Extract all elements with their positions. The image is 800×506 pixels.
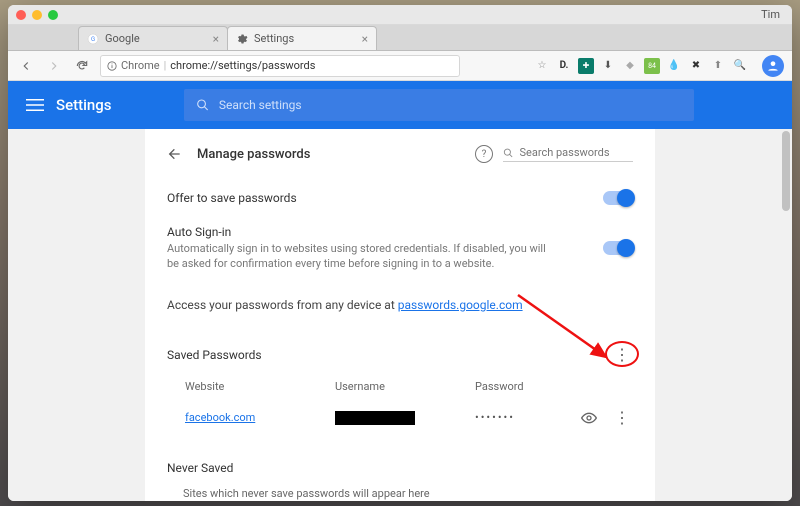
tab-label: Google bbox=[105, 32, 140, 45]
settings-search-input[interactable] bbox=[219, 98, 682, 112]
offer-save-label: Offer to save passwords bbox=[167, 191, 297, 205]
saved-passwords-menu-button[interactable]: ⋮ bbox=[611, 344, 633, 366]
settings-header: Settings bbox=[8, 81, 792, 129]
reload-button[interactable] bbox=[72, 56, 92, 76]
tab-google[interactable]: G Google × bbox=[78, 26, 228, 50]
search-icon[interactable]: 🔍 bbox=[732, 58, 748, 74]
window-minimize-button[interactable] bbox=[32, 10, 42, 20]
col-username: Username bbox=[335, 380, 475, 393]
extension-icons: ☆ D. ✚ ⬇ ◆ 84 💧 ✖ ⬆ 🔍 bbox=[534, 58, 748, 74]
password-mask: ••••••• bbox=[475, 411, 565, 424]
ext-icon[interactable]: ⬆ bbox=[710, 58, 726, 74]
username-redacted bbox=[335, 411, 415, 425]
offer-save-toggle[interactable] bbox=[603, 191, 633, 205]
passwords-google-link[interactable]: passwords.google.com bbox=[398, 298, 523, 312]
saved-passwords-label: Saved Passwords bbox=[167, 348, 262, 362]
search-passwords-input[interactable] bbox=[519, 146, 633, 159]
close-icon[interactable]: × bbox=[213, 32, 219, 46]
site-link[interactable]: facebook.com bbox=[185, 411, 255, 424]
search-icon bbox=[503, 147, 513, 159]
svg-text:G: G bbox=[91, 36, 95, 43]
passwords-table-header: Website Username Password bbox=[167, 380, 633, 399]
auto-signin-row: Auto Sign-in Automatically sign in to we… bbox=[167, 215, 633, 282]
tab-settings[interactable]: Settings × bbox=[227, 26, 377, 50]
browser-window: Tim G Google × Settings × Chrome | chrom… bbox=[8, 5, 792, 501]
settings-search[interactable] bbox=[184, 89, 694, 121]
auto-signin-desc: Automatically sign in to websites using … bbox=[167, 241, 547, 272]
ext-icon[interactable]: ◆ bbox=[622, 58, 638, 74]
forward-button[interactable] bbox=[44, 56, 64, 76]
ext-icon[interactable]: 84 bbox=[644, 58, 660, 74]
gear-icon bbox=[236, 33, 248, 45]
access-anywhere-row: Access your passwords from any device at… bbox=[167, 282, 633, 322]
url-scheme: Chrome bbox=[121, 59, 160, 72]
os-username: Tim bbox=[761, 8, 784, 21]
tab-strip: G Google × Settings × bbox=[8, 25, 792, 51]
window-close-button[interactable] bbox=[16, 10, 26, 20]
tab-label: Settings bbox=[254, 32, 294, 45]
help-icon[interactable]: ? bbox=[475, 145, 493, 163]
row-menu-button[interactable]: ⋮ bbox=[611, 407, 633, 429]
ext-icon[interactable]: 💧 bbox=[666, 58, 682, 74]
search-passwords[interactable] bbox=[503, 146, 633, 162]
eye-icon bbox=[581, 410, 597, 426]
window-maximize-button[interactable] bbox=[48, 10, 58, 20]
show-password-button[interactable] bbox=[581, 410, 597, 426]
window-titlebar: Tim bbox=[8, 5, 792, 25]
saved-passwords-heading: Saved Passwords ⋮ bbox=[167, 344, 633, 366]
auto-signin-toggle[interactable] bbox=[603, 241, 633, 255]
close-icon[interactable]: × bbox=[362, 32, 368, 46]
star-icon[interactable]: ☆ bbox=[534, 58, 550, 74]
page-title: Manage passwords bbox=[197, 147, 310, 162]
google-favicon: G bbox=[87, 33, 99, 45]
back-arrow-icon[interactable] bbox=[167, 146, 183, 162]
annotation-circle bbox=[605, 341, 639, 367]
url-path: chrome://settings/passwords bbox=[170, 59, 315, 72]
passwords-card: Manage passwords ? Offer to save passwor… bbox=[145, 129, 655, 501]
back-button[interactable] bbox=[16, 56, 36, 76]
auto-signin-label: Auto Sign-in bbox=[167, 225, 547, 239]
search-icon bbox=[196, 98, 209, 112]
ext-icon[interactable]: ⬇ bbox=[600, 58, 616, 74]
toolbar: Chrome | chrome://settings/passwords ☆ D… bbox=[8, 51, 792, 81]
site-info-icon[interactable] bbox=[107, 61, 117, 71]
address-bar[interactable]: Chrome | chrome://settings/passwords bbox=[100, 55, 460, 77]
profile-avatar[interactable] bbox=[762, 55, 784, 77]
ext-icon[interactable]: ✖ bbox=[688, 58, 704, 74]
scrollbar[interactable] bbox=[782, 131, 790, 211]
settings-title: Settings bbox=[56, 96, 112, 114]
menu-icon[interactable] bbox=[26, 96, 44, 114]
ext-icon[interactable]: ✚ bbox=[578, 58, 594, 74]
ext-icon[interactable]: D. bbox=[556, 58, 572, 74]
never-saved-desc: Sites which never save passwords will ap… bbox=[167, 487, 633, 500]
col-password: Password bbox=[475, 380, 565, 393]
offer-save-row: Offer to save passwords bbox=[167, 181, 633, 215]
never-saved-heading: Never Saved bbox=[167, 461, 633, 475]
access-text: Access your passwords from any device at bbox=[167, 298, 398, 312]
content-viewport: Manage passwords ? Offer to save passwor… bbox=[8, 129, 792, 501]
col-website: Website bbox=[185, 380, 335, 393]
table-row: facebook.com ••••••• ⋮ bbox=[167, 399, 633, 437]
